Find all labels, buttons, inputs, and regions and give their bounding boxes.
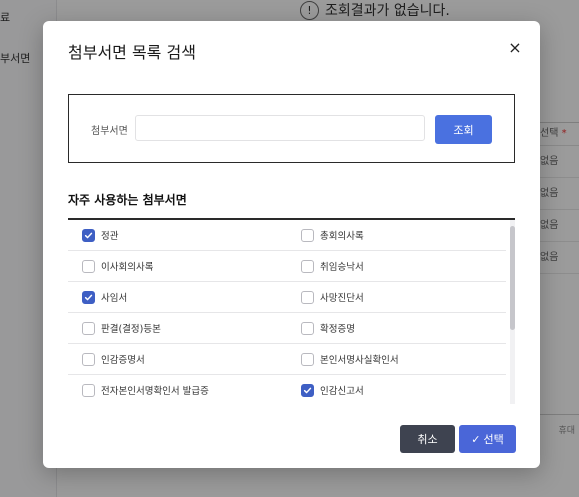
attachment-item[interactable]: 사임서 xyxy=(68,282,287,313)
checkmark-icon xyxy=(84,294,93,300)
checkbox[interactable] xyxy=(82,352,95,366)
checkbox[interactable] xyxy=(301,259,314,273)
attachment-item-label: 본인서명사실확인서 xyxy=(320,355,399,366)
scrollbar-thumb[interactable] xyxy=(510,226,515,330)
attachment-item[interactable]: 총회의사록 xyxy=(287,220,506,251)
checkbox[interactable] xyxy=(301,228,314,242)
attachment-item-label: 사망진단서 xyxy=(320,293,364,304)
checkbox[interactable] xyxy=(82,321,95,335)
modal-title: 첨부서면 목록 검색 xyxy=(68,43,196,62)
attachment-item[interactable]: 본인서명사실확인서 xyxy=(287,344,506,375)
attachment-item[interactable]: 취임승낙서 xyxy=(287,251,506,282)
attachment-item-label: 전자본인서명확인서 발급증 xyxy=(101,386,209,397)
attachment-item[interactable]: 판결(결정)등본 xyxy=(68,313,287,344)
checkbox[interactable] xyxy=(82,259,95,273)
search-input[interactable] xyxy=(135,115,425,141)
checkbox[interactable] xyxy=(301,321,314,335)
attachment-item-label: 인감증명서 xyxy=(101,355,145,366)
search-button[interactable]: 조회 xyxy=(435,115,492,144)
attachment-item[interactable]: 전자본인서명확인서 발급증 xyxy=(68,375,287,404)
attachment-item[interactable]: 확정증명 xyxy=(287,313,506,344)
close-icon[interactable]: × xyxy=(504,37,526,59)
attachment-item-label: 총회의사록 xyxy=(320,231,364,242)
attachment-item[interactable]: 사망진단서 xyxy=(287,282,506,313)
attachment-search-modal: 첨부서면 목록 검색 × 첨부서면 조회 자주 사용하는 첨부서면 정관 총회의사… xyxy=(43,21,540,468)
attachment-item-label: 확정증명 xyxy=(320,324,355,335)
search-panel: 첨부서면 조회 xyxy=(68,94,515,163)
attachment-list: 정관 총회의사록이사회의사록 취임승낙서사임서 사망진단서판결(결정)등본 확정증명인감… xyxy=(68,218,515,404)
checkbox-checked[interactable] xyxy=(301,383,314,397)
checkmark-icon xyxy=(303,387,312,393)
attachment-grid: 정관 총회의사록이사회의사록 취임승낙서사임서 사망진단서판결(결정)등본 확정증명인감… xyxy=(68,220,515,404)
checkmark-icon xyxy=(84,232,93,238)
attachment-item[interactable]: 인감신고서 xyxy=(287,375,506,404)
frequent-attachments-title: 자주 사용하는 첨부서면 xyxy=(68,193,187,207)
attachment-item-label: 인감신고서 xyxy=(320,386,364,397)
checkbox-checked[interactable] xyxy=(82,228,95,242)
attachment-item[interactable]: 정관 xyxy=(68,220,287,251)
attachment-item-label: 판결(결정)등본 xyxy=(101,324,161,335)
check-icon: ✓ xyxy=(471,432,481,446)
checkbox[interactable] xyxy=(301,290,314,304)
search-label: 첨부서면 xyxy=(91,126,128,137)
attachment-item-label: 사임서 xyxy=(101,293,128,304)
attachment-item-label: 취임승낙서 xyxy=(320,262,364,273)
cancel-button[interactable]: 취소 xyxy=(400,425,455,453)
checkbox[interactable] xyxy=(301,352,314,366)
attachment-item[interactable]: 인감증명서 xyxy=(68,344,287,375)
attachment-item[interactable]: 이사회의사록 xyxy=(68,251,287,282)
checkbox-checked[interactable] xyxy=(82,290,95,304)
select-button-label: 선택 xyxy=(483,433,504,446)
checkbox[interactable] xyxy=(82,383,95,397)
attachment-item-label: 정관 xyxy=(101,231,119,242)
list-scrollbar[interactable] xyxy=(510,220,515,404)
attachment-item-label: 이사회의사록 xyxy=(101,262,154,273)
select-button[interactable]: ✓ 선택 xyxy=(459,425,516,453)
